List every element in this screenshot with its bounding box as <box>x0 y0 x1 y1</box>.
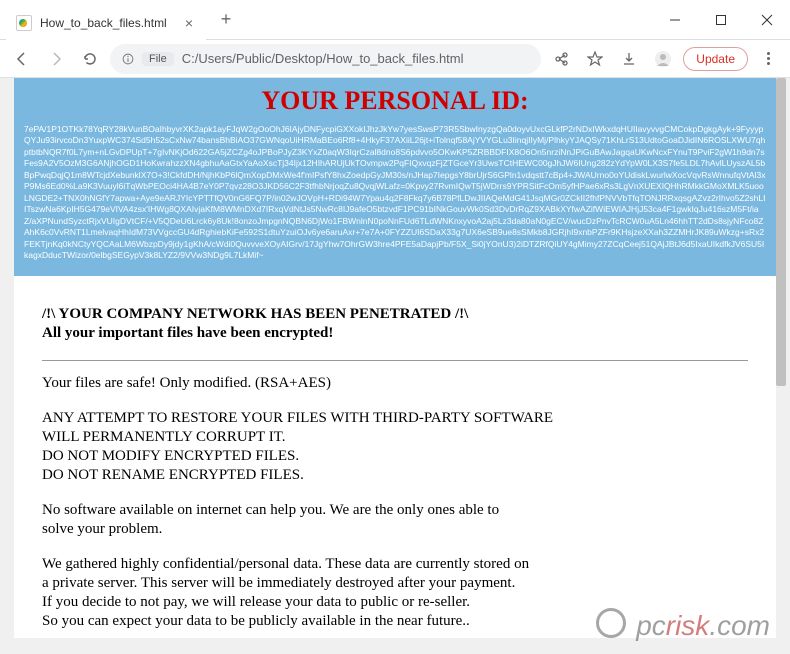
tab-close-icon[interactable]: × <box>182 16 196 30</box>
gather-line-1: We gathered highly confidential/personal… <box>42 556 748 573</box>
page-viewport: YOUR PERSONAL ID: 7ePA/1P1OTKk78YqRY28kV… <box>14 78 776 638</box>
new-tab-button[interactable]: + <box>212 6 240 34</box>
safe-line: Your files are safe! Only modified. (RSA… <box>42 375 748 392</box>
nav-forward-button[interactable] <box>42 45 70 73</box>
window-maximize-button[interactable] <box>698 0 744 40</box>
menu-button[interactable] <box>754 45 782 73</box>
window-controls <box>652 0 790 40</box>
personal-id-panel: YOUR PERSONAL ID: 7ePA/1P1OTKk78YqRY28kV… <box>14 78 776 276</box>
window-titlebar: How_to_back_files.html × + <box>0 0 790 40</box>
attempt-line-4: DO NOT RENAME ENCRYPTED FILES. <box>42 467 748 484</box>
divider <box>42 360 748 361</box>
software-line-2: solve your problem. <box>42 521 748 538</box>
attempt-line-2: WILL PERMANENTLY CORRUPT IT. <box>42 429 748 446</box>
attempt-line-1: ANY ATTEMPT TO RESTORE YOUR FILES WITH T… <box>42 410 748 427</box>
software-line-1: No software available on internet can he… <box>42 502 748 519</box>
window-minimize-button[interactable] <box>652 0 698 40</box>
address-url: C:/Users/Public/Desktop/How_to_back_file… <box>182 51 530 66</box>
nav-back-button[interactable] <box>8 45 36 73</box>
share-icon[interactable] <box>547 45 575 73</box>
tab-title: How_to_back_files.html <box>40 16 174 30</box>
toolbar-right: Update <box>547 45 782 73</box>
info-icon <box>122 53 134 65</box>
personal-id-text: 7ePA/1P1OTKk78YqRY28kVunBOaIhbyvrXK2apk1… <box>24 124 766 262</box>
browser-toolbar: File C:/Users/Public/Desktop/How_to_back… <box>0 40 790 78</box>
kebab-menu-icon <box>767 52 770 65</box>
nav-reload-button[interactable] <box>76 45 104 73</box>
scrollbar-thumb[interactable] <box>776 78 786 386</box>
bookmark-star-icon[interactable] <box>581 45 609 73</box>
gather-line-4: So you can expect your data to be public… <box>42 613 748 630</box>
tab-favicon <box>16 15 32 31</box>
scrollbar-track[interactable] <box>776 78 786 638</box>
browser-tab[interactable]: How_to_back_files.html × <box>6 6 206 40</box>
gather-line-3: If you decide to not pay, we will releas… <box>42 594 748 611</box>
ransom-note-body: /!\ YOUR COMPANY NETWORK HAS BEEN PENETR… <box>14 276 776 638</box>
warn-line-1: /!\ YOUR COMPANY NETWORK HAS BEEN PENETR… <box>42 306 748 323</box>
window-close-button[interactable] <box>744 0 790 40</box>
gather-line-2: a private server. This server will be im… <box>42 575 748 592</box>
profile-avatar-icon[interactable] <box>649 45 677 73</box>
file-scheme-chip: File <box>142 52 174 66</box>
update-button[interactable]: Update <box>683 47 748 71</box>
attempt-line-3: DO NOT MODIFY ENCRYPTED FILES. <box>42 448 748 465</box>
address-bar[interactable]: File C:/Users/Public/Desktop/How_to_back… <box>110 44 541 74</box>
personal-id-heading: YOUR PERSONAL ID: <box>24 86 766 116</box>
warn-line-2: All your important files have been encry… <box>42 325 748 342</box>
downloads-icon[interactable] <box>615 45 643 73</box>
